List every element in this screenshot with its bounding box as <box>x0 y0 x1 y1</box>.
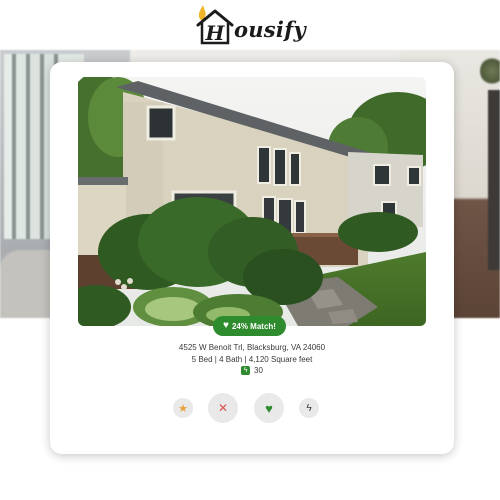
bolt-icon: ϟ <box>306 402 312 414</box>
listing-address: 4525 W Benoit Trl, Blacksburg, VA 24060 <box>178 343 326 352</box>
star-icon: ★ <box>178 402 188 415</box>
boost-button[interactable]: ϟ <box>299 398 319 418</box>
app-page: H ousify ♥ 24% Match! 4525 W Benoit Trl,… <box>0 0 500 500</box>
star-button[interactable]: ★ <box>173 398 193 418</box>
logo[interactable]: H ousify <box>194 5 306 45</box>
dislike-button[interactable]: ✕ <box>208 393 238 423</box>
bolt-icon: ϟ <box>241 366 251 375</box>
listing-score: ϟ 30 <box>50 366 454 375</box>
score-value: 30 <box>254 366 263 375</box>
listing-specs: 5 Bed | 4 Bath | 4,120 Square feet <box>191 355 313 364</box>
match-badge: ♥ 24% Match! <box>213 316 286 336</box>
backdrop-shelf <box>488 90 500 270</box>
backdrop-plant <box>480 56 500 86</box>
heart-icon: ♥ <box>265 400 273 416</box>
listing-photo[interactable] <box>78 77 426 326</box>
action-bar: ★ ✕ ♥ ϟ <box>50 392 454 424</box>
logo-house-icon: H <box>196 5 234 45</box>
house-photo-image <box>78 77 426 326</box>
logo-letter: H <box>204 21 225 45</box>
heart-icon: ♥ <box>223 320 229 331</box>
app-header: H ousify <box>0 0 500 50</box>
close-icon: ✕ <box>217 401 229 415</box>
logo-text: ousify <box>233 17 307 42</box>
match-label: 24% Match! <box>231 321 276 331</box>
like-button[interactable]: ♥ <box>254 393 284 423</box>
listing-card[interactable]: ♥ 24% Match! 4525 W Benoit Trl, Blacksbu… <box>50 62 454 454</box>
